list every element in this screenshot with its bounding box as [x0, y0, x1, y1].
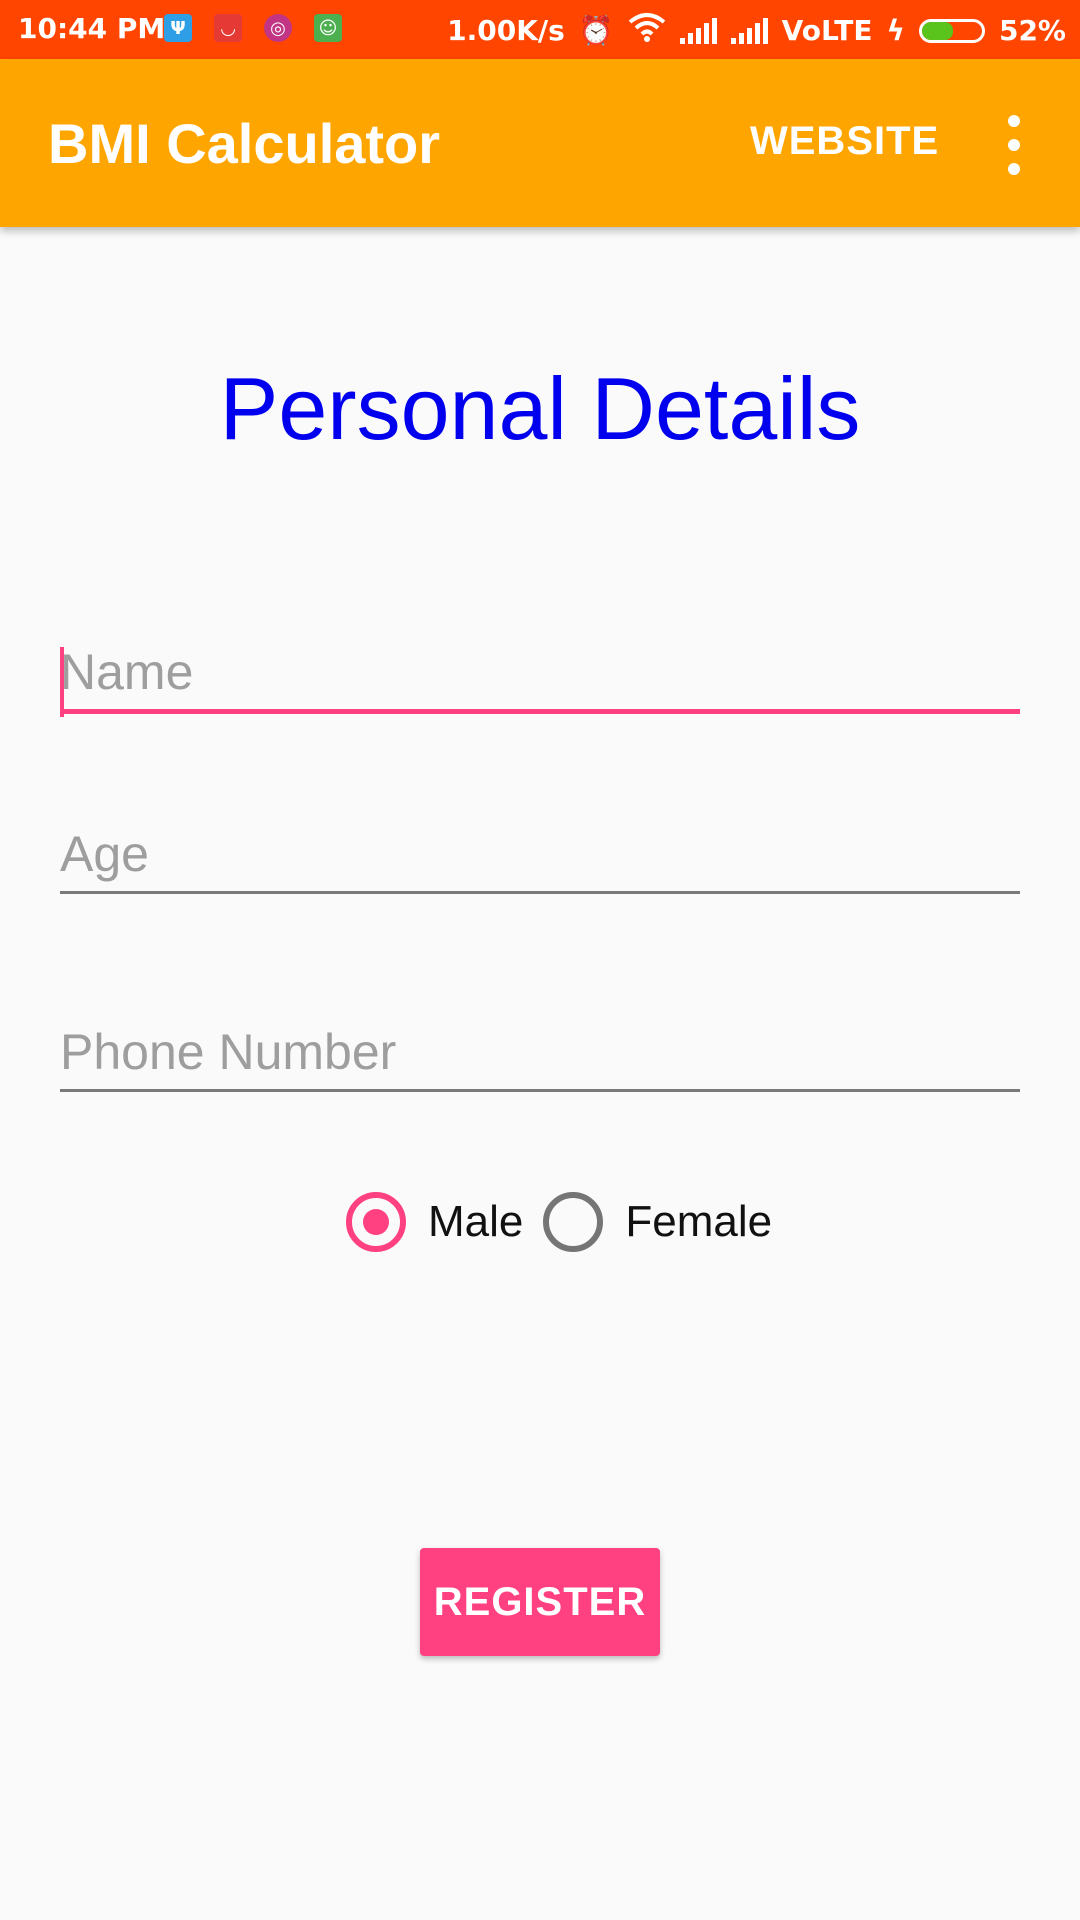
radio-label-female: Female	[625, 1197, 773, 1246]
network-type: VoLTE	[781, 14, 873, 47]
notification-icons: Ψ ◡ ◎ ☺	[164, 14, 342, 42]
alarm-icon: ⏰	[578, 14, 614, 47]
usb-icon: Ψ	[164, 14, 192, 42]
page-title: Personal Details	[219, 359, 861, 458]
name-underline	[60, 709, 1020, 714]
text-cursor	[60, 647, 64, 717]
battery-icon	[918, 18, 985, 43]
screen: 10:44 PM Ψ ◡ ◎ ☺ 1.00K/s ⏰ VoLTE ϟ 52% B…	[0, 0, 1080, 1920]
name-input[interactable]	[60, 643, 1020, 709]
age-field[interactable]	[60, 825, 1020, 894]
app-bar: BMI Calculator WEBSITE	[0, 59, 1080, 227]
phone-input[interactable]	[60, 1023, 1020, 1089]
radio-label-male: Male	[428, 1197, 524, 1246]
name-field[interactable]	[60, 643, 1020, 717]
status-right: 1.00K/s ⏰ VoLTE ϟ 52%	[447, 12, 1066, 49]
register-button[interactable]: REGISTER	[420, 1548, 660, 1656]
age-input[interactable]	[60, 825, 1020, 891]
radio-female[interactable]: Female	[543, 1192, 792, 1252]
radio-button-male[interactable]	[346, 1192, 406, 1252]
android-icon: ☺	[314, 14, 342, 42]
website-button[interactable]: WEBSITE	[750, 119, 939, 164]
radio-button-female[interactable]	[543, 1192, 604, 1252]
signal-icon-1	[679, 17, 717, 44]
phone-field[interactable]	[60, 1023, 1020, 1092]
status-time: 10:44 PM	[18, 12, 166, 45]
phone-underline	[60, 1089, 1020, 1092]
battery-fill	[921, 21, 954, 40]
status-bar: 10:44 PM Ψ ◡ ◎ ☺ 1.00K/s ⏰ VoLTE ϟ 52%	[0, 0, 1080, 59]
more-vert-icon[interactable]	[1000, 115, 1028, 175]
net-speed: 1.00K/s	[447, 14, 565, 47]
radio-male[interactable]: Male	[346, 1192, 543, 1252]
signal-icon-2	[730, 17, 768, 44]
shopping-icon: ◡	[214, 14, 242, 42]
wifi-icon	[628, 12, 666, 49]
age-underline	[60, 891, 1020, 894]
gender-radio-group: Male Female	[346, 1192, 792, 1252]
instagram-icon: ◎	[264, 14, 292, 42]
charging-icon: ϟ	[886, 14, 905, 47]
battery-percent: 52%	[998, 14, 1066, 47]
app-title: BMI Calculator	[48, 112, 441, 175]
